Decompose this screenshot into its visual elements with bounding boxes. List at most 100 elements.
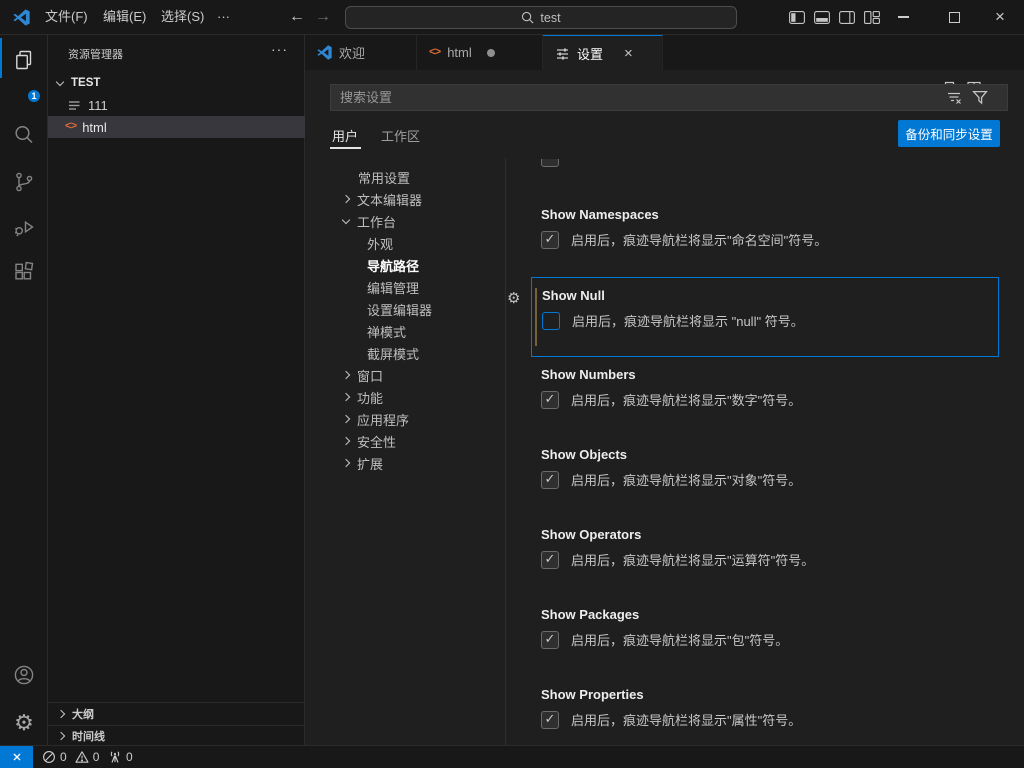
- menu-edit[interactable]: 编辑(E): [94, 0, 155, 34]
- checkbox[interactable]: ✓: [541, 391, 559, 409]
- folder-row-test[interactable]: TEST: [48, 72, 305, 94]
- search-icon: [521, 11, 534, 24]
- file-row-html[interactable]: <> html: [48, 116, 305, 138]
- setting-description: 启用后，痕迹导航栏将显示"属性"符号。: [571, 710, 801, 729]
- chevron-right-icon: [342, 371, 350, 379]
- toggle-primary-sidebar-icon[interactable]: [788, 9, 805, 25]
- toggle-panel-icon[interactable]: [813, 9, 830, 25]
- toc-item-editor-management[interactable]: 编辑管理: [305, 276, 504, 298]
- maximize-button[interactable]: [939, 0, 969, 34]
- setting-actions-gear-icon[interactable]: ⚙: [507, 289, 520, 307]
- toc-item-application[interactable]: 应用程序: [305, 408, 504, 430]
- setting-title: Show Null: [542, 288, 605, 303]
- menu-more[interactable]: ···: [208, 0, 239, 34]
- setting-title: Show Operators: [541, 527, 641, 542]
- explorer-header: 资源管理器 ···: [48, 35, 304, 70]
- tab-label: 欢迎: [339, 43, 365, 62]
- toc-item-features[interactable]: 功能: [305, 386, 504, 408]
- active-scope-underline: [330, 147, 361, 149]
- checkbox[interactable]: ✓: [541, 631, 559, 649]
- chevron-right-icon: [342, 393, 350, 401]
- setting-show-operators: Show Operators ✓ 启用后，痕迹导航栏将显示"运算符"符号。: [531, 517, 999, 597]
- vscode-logo-icon: [13, 9, 30, 26]
- setting-description: 启用后，痕迹导航栏将显示"数字"符号。: [571, 390, 801, 409]
- setting-title: Show Numbers: [541, 367, 636, 382]
- explorer-more-actions[interactable]: ···: [271, 41, 288, 57]
- back-button[interactable]: ←: [285, 0, 309, 34]
- setting-description: 启用后，痕迹导航栏将显示 "null" 符号。: [572, 311, 804, 330]
- settings-gear-icon[interactable]: ⚙: [0, 701, 48, 745]
- chevron-right-icon: [57, 710, 65, 718]
- setting-title: Show Namespaces: [541, 207, 659, 222]
- problems-status[interactable]: 0 0: [42, 746, 99, 768]
- minimize-button[interactable]: [888, 0, 918, 34]
- extensions-icon[interactable]: [0, 250, 48, 294]
- html-file-icon: <>: [429, 47, 440, 59]
- html-file-icon: <>: [65, 121, 76, 133]
- ports-status[interactable]: 0: [108, 746, 133, 768]
- customize-layout-icon[interactable]: [863, 9, 880, 25]
- file-label: 111: [88, 98, 108, 113]
- clear-settings-search-icon[interactable]: [946, 90, 962, 105]
- warning-count: 0: [93, 750, 100, 764]
- settings-search-input[interactable]: [330, 84, 1008, 111]
- checkbox[interactable]: ✓: [541, 551, 559, 569]
- toc-item-screencast-mode[interactable]: 截屏模式: [305, 342, 504, 364]
- backup-sync-settings-button[interactable]: 备份和同步设置: [898, 120, 1000, 147]
- chevron-right-icon: [342, 459, 350, 467]
- toc-item-window[interactable]: 窗口: [305, 364, 504, 386]
- account-icon[interactable]: [0, 653, 48, 697]
- menu-file[interactable]: 文件(F): [36, 0, 97, 34]
- setting-title: Show Packages: [541, 607, 639, 622]
- toc-item-appearance[interactable]: 外观: [305, 232, 504, 254]
- checkbox[interactable]: ✓: [541, 471, 559, 489]
- outline-label: 大纲: [72, 706, 94, 722]
- scope-tab-user[interactable]: 用户: [332, 126, 358, 145]
- timeline-section[interactable]: 时间线: [48, 725, 304, 745]
- toc-item-breadcrumbs[interactable]: 导航路径: [305, 254, 504, 276]
- setting-show-namespaces: Show Namespaces ✓启用后，痕迹导航栏将显示"命名空间"符号。: [531, 197, 999, 277]
- run-debug-icon[interactable]: [0, 205, 48, 249]
- close-window-button[interactable]: ×: [985, 0, 1015, 34]
- menu-selection[interactable]: 选择(S): [152, 0, 213, 34]
- toc-item-commonly-used[interactable]: 常用设置: [305, 166, 504, 188]
- toggle-secondary-sidebar-icon[interactable]: [838, 9, 855, 25]
- explorer-badge: 1: [26, 88, 42, 104]
- remote-icon: [10, 750, 24, 764]
- checkbox[interactable]: ✓: [541, 231, 559, 249]
- list-file-icon: [67, 98, 81, 112]
- filter-settings-icon[interactable]: [972, 89, 988, 105]
- scope-tab-workspace[interactable]: 工作区: [381, 126, 420, 145]
- toc-item-workbench[interactable]: 工作台: [305, 210, 504, 232]
- setting-show-objects: Show Objects ✓启用后，痕迹导航栏将显示"对象"符号。: [531, 437, 999, 517]
- ports-count: 0: [126, 750, 133, 764]
- remote-indicator[interactable]: [0, 746, 33, 768]
- status-bar: 0 0 0: [0, 745, 1024, 768]
- search-view-icon[interactable]: [0, 113, 48, 157]
- close-tab-icon[interactable]: ×: [624, 46, 633, 61]
- checkbox[interactable]: ✓: [541, 711, 559, 729]
- file-row-111[interactable]: 111: [48, 94, 305, 116]
- timeline-label: 时间线: [72, 728, 105, 744]
- tab-html[interactable]: <> html: [417, 35, 543, 70]
- tab-settings[interactable]: 设置 ×: [543, 35, 663, 70]
- outline-section[interactable]: 大纲: [48, 702, 304, 725]
- setting-description: 启用后，痕迹导航栏将显示"运算符"符号。: [571, 550, 814, 569]
- forward-button[interactable]: →: [311, 0, 335, 34]
- toc-item-zen-mode[interactable]: 禅模式: [305, 320, 504, 342]
- source-control-icon[interactable]: [0, 160, 48, 204]
- chevron-right-icon: [342, 437, 350, 445]
- toc-item-text-editor[interactable]: 文本编辑器: [305, 188, 504, 210]
- command-center-search[interactable]: test: [345, 6, 737, 29]
- explorer-icon[interactable]: [0, 38, 48, 82]
- toc-item-extensions[interactable]: 扩展: [305, 452, 504, 474]
- command-center-text: test: [540, 11, 560, 25]
- tab-label: 设置: [577, 44, 603, 63]
- tab-welcome[interactable]: 欢迎: [305, 35, 417, 70]
- setting-title: Show Objects: [541, 447, 627, 462]
- setting-show-null: ⚙ Show Null 启用后，痕迹导航栏将显示 "null" 符号。: [531, 277, 999, 357]
- checkbox[interactable]: [542, 312, 560, 330]
- modified-dot-icon: [487, 49, 495, 57]
- toc-item-settings-editor[interactable]: 设置编辑器: [305, 298, 504, 320]
- toc-item-security[interactable]: 安全性: [305, 430, 504, 452]
